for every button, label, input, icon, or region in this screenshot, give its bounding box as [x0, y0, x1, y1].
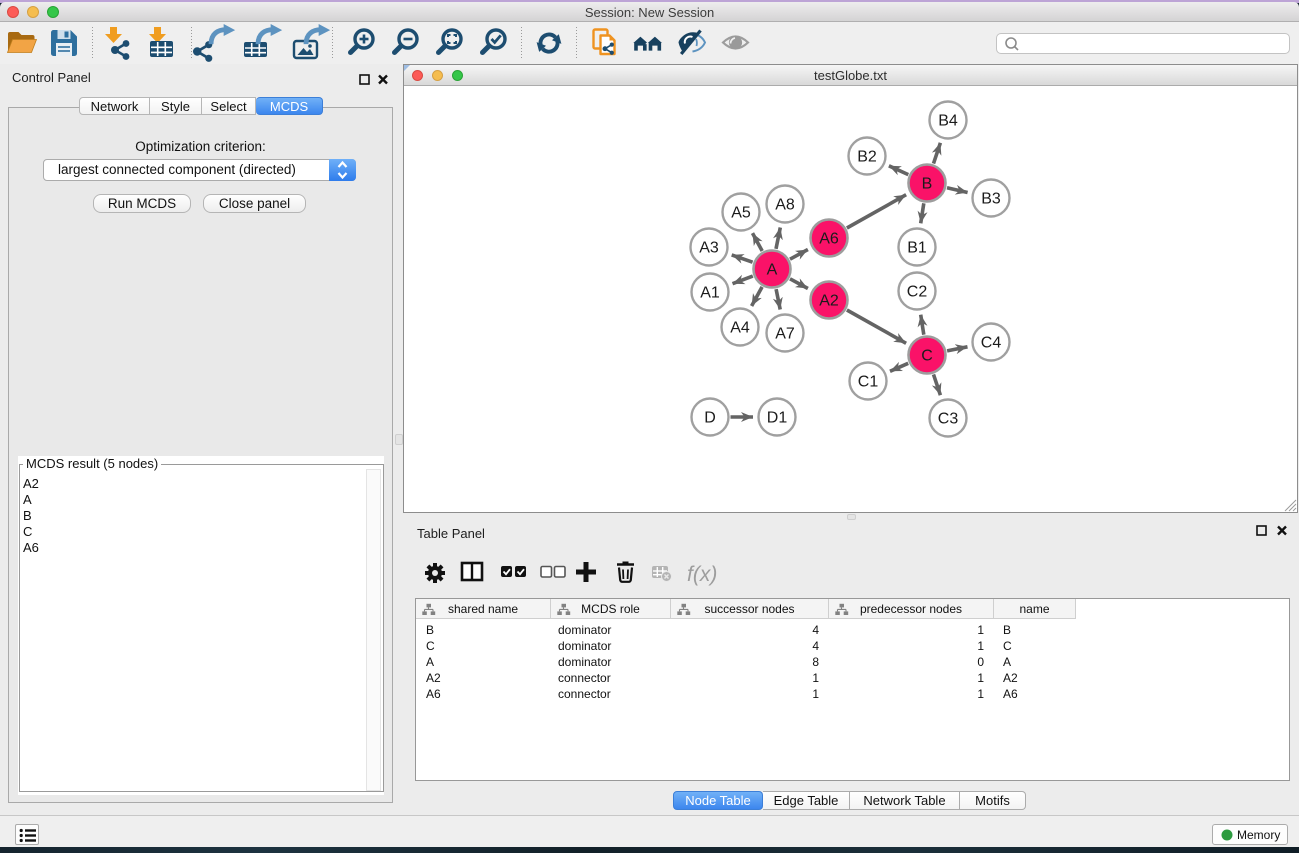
svg-text:B2: B2: [857, 149, 877, 166]
svg-text:A1: A1: [700, 285, 720, 302]
svg-text:D1: D1: [767, 410, 788, 427]
svg-text:A5: A5: [731, 205, 751, 222]
svg-text:C3: C3: [938, 411, 959, 428]
svg-text:A7: A7: [775, 326, 795, 343]
svg-text:C1: C1: [858, 374, 879, 391]
svg-text:D: D: [704, 410, 716, 427]
svg-text:C4: C4: [981, 335, 1002, 352]
svg-text:C: C: [921, 348, 933, 365]
svg-text:A: A: [767, 262, 778, 279]
svg-text:A8: A8: [775, 197, 795, 214]
svg-text:C2: C2: [907, 284, 928, 301]
svg-text:A3: A3: [699, 240, 719, 257]
svg-text:A4: A4: [730, 320, 750, 337]
svg-text:B4: B4: [938, 113, 958, 130]
svg-text:A6: A6: [819, 231, 839, 248]
svg-text:A2: A2: [819, 293, 839, 310]
svg-text:B: B: [922, 176, 933, 193]
svg-text:B3: B3: [981, 191, 1001, 208]
svg-text:B1: B1: [907, 240, 927, 257]
svg-text:f(x): f(x): [687, 563, 717, 586]
